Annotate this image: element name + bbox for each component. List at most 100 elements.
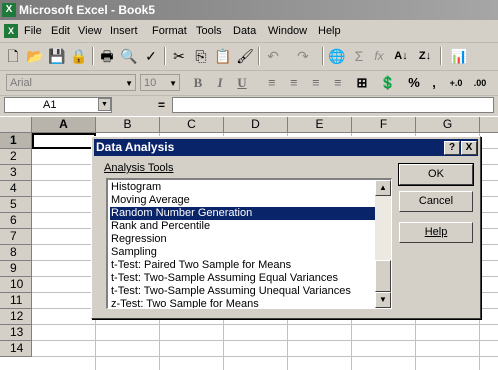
autosum-icon[interactable]: Σ bbox=[348, 46, 370, 66]
formatting-toolbar: Arial ▼ 10 ▼ B I U ≡ ≡ ≡ ≡ ⊞ 💲 % , +.0 .… bbox=[0, 71, 498, 96]
cut-icon[interactable]: ✂ bbox=[168, 46, 190, 66]
row-header-10[interactable]: 10 bbox=[0, 277, 32, 293]
menu-edit[interactable]: Edit bbox=[51, 25, 70, 37]
print-icon[interactable]: 🖶 bbox=[96, 46, 118, 66]
sort-ascending-icon[interactable]: A↓ bbox=[390, 46, 412, 66]
row-header-12[interactable]: 12 bbox=[0, 309, 32, 325]
print-preview-icon[interactable]: 🔍 bbox=[118, 46, 140, 66]
list-item-selected[interactable]: Random Number Generation bbox=[110, 207, 377, 220]
menu-file[interactable]: File bbox=[24, 25, 42, 37]
align-left-icon[interactable]: ≡ bbox=[262, 74, 282, 92]
list-scrollbar[interactable]: ▲ ▼ bbox=[375, 180, 391, 308]
list-item[interactable]: Moving Average bbox=[110, 194, 377, 207]
new-document-icon[interactable]: 🗋 bbox=[2, 46, 24, 66]
save-icon[interactable]: 💾 bbox=[46, 46, 68, 66]
decrease-decimal-icon[interactable]: .00 bbox=[470, 74, 490, 92]
row-header-9[interactable]: 9 bbox=[0, 261, 32, 277]
redo-icon[interactable]: ↷ bbox=[292, 46, 314, 66]
merge-center-icon[interactable]: ⊞ bbox=[352, 74, 372, 92]
name-box[interactable]: A1 bbox=[4, 97, 112, 113]
list-item[interactable]: t-Test: Two-Sample Assuming Unequal Vari… bbox=[110, 285, 377, 298]
row-header-14[interactable]: 14 bbox=[0, 341, 32, 357]
undo-icon[interactable]: ↶ bbox=[262, 46, 284, 66]
justify-icon[interactable]: ≡ bbox=[328, 74, 348, 92]
menu-tools[interactable]: Tools bbox=[196, 25, 222, 37]
arrow-up-icon: ▲ bbox=[379, 183, 387, 192]
ok-button[interactable]: OK bbox=[398, 163, 474, 186]
paste-icon[interactable]: 📋 bbox=[212, 46, 234, 66]
menu-insert[interactable]: Insert bbox=[110, 25, 138, 37]
menu-window[interactable]: Window bbox=[268, 25, 307, 37]
list-item[interactable]: Sampling bbox=[110, 246, 377, 259]
column-header-f[interactable]: F bbox=[352, 117, 416, 133]
arrow-down-icon: ▼ bbox=[379, 295, 387, 304]
copy-icon[interactable]: ⎘ bbox=[190, 46, 212, 66]
list-item[interactable]: Histogram bbox=[110, 181, 377, 194]
name-box-dropdown[interactable]: ▼ bbox=[98, 98, 111, 111]
cancel-button[interactable]: Cancel bbox=[399, 191, 473, 212]
currency-icon[interactable]: 💲 bbox=[378, 74, 398, 92]
increase-decimal-icon[interactable]: +.0 bbox=[446, 74, 466, 92]
dialog-close-button[interactable]: X bbox=[461, 141, 477, 155]
italic-button[interactable]: I bbox=[210, 74, 230, 92]
row-header-5[interactable]: 5 bbox=[0, 197, 32, 213]
formula-input[interactable] bbox=[172, 97, 494, 113]
row-header-7[interactable]: 7 bbox=[0, 229, 32, 245]
row-header-13[interactable]: 13 bbox=[0, 325, 32, 341]
row-header-6[interactable]: 6 bbox=[0, 213, 32, 229]
toolbar-separator bbox=[164, 47, 166, 65]
column-header-c[interactable]: C bbox=[160, 117, 224, 133]
row-header-8[interactable]: 8 bbox=[0, 245, 32, 261]
hyperlink-icon[interactable]: 🌐 bbox=[326, 46, 348, 66]
column-header-g[interactable]: G bbox=[416, 117, 480, 133]
list-item[interactable]: z-Test: Two Sample for Means bbox=[110, 298, 377, 308]
align-center-icon[interactable]: ≡ bbox=[284, 74, 304, 92]
sort-descending-icon[interactable]: Z↓ bbox=[414, 46, 436, 66]
open-folder-icon[interactable]: 📂 bbox=[24, 46, 46, 66]
formula-equals-button[interactable]: = bbox=[158, 98, 165, 112]
comma-style-button[interactable]: , bbox=[424, 74, 444, 92]
toolbar-separator bbox=[440, 47, 442, 65]
excel-app-icon[interactable]: X bbox=[2, 3, 16, 17]
underline-button[interactable]: U bbox=[232, 74, 252, 92]
align-right-icon[interactable]: ≡ bbox=[306, 74, 326, 92]
active-cell-a1[interactable] bbox=[32, 133, 96, 149]
format-painter-icon[interactable]: 🖌 bbox=[234, 46, 256, 66]
column-header-a[interactable]: A bbox=[32, 117, 96, 133]
menu-view[interactable]: View bbox=[78, 25, 102, 37]
column-header-e[interactable]: E bbox=[288, 117, 352, 133]
permission-icon[interactable]: 🔒 bbox=[68, 46, 90, 66]
font-name-select[interactable]: Arial ▼ bbox=[6, 74, 136, 91]
percent-button[interactable]: % bbox=[404, 74, 424, 92]
help-button[interactable]: Help bbox=[399, 222, 473, 243]
row-header-4[interactable]: 4 bbox=[0, 181, 32, 197]
list-item[interactable]: t-Test: Paired Two Sample for Means bbox=[110, 259, 377, 272]
row-header-1[interactable]: 1 bbox=[0, 133, 32, 149]
menu-data[interactable]: Data bbox=[233, 25, 256, 37]
scroll-down-button[interactable]: ▼ bbox=[375, 292, 391, 308]
font-size-select[interactable]: 10 ▼ bbox=[140, 74, 180, 91]
chart-wizard-icon[interactable]: 📊 bbox=[448, 46, 470, 66]
list-item[interactable]: Regression bbox=[110, 233, 377, 246]
insert-function-icon[interactable]: fx bbox=[368, 46, 390, 66]
list-item[interactable]: t-Test: Two-Sample Assuming Equal Varian… bbox=[110, 272, 377, 285]
column-header-d[interactable]: D bbox=[224, 117, 288, 133]
scroll-thumb[interactable] bbox=[375, 260, 391, 292]
row-header-11[interactable]: 11 bbox=[0, 293, 32, 309]
workbook-icon[interactable]: X bbox=[4, 24, 18, 38]
font-name-value: Arial bbox=[10, 77, 33, 89]
row-header-2[interactable]: 2 bbox=[0, 149, 32, 165]
spelling-icon[interactable]: ✓ bbox=[140, 46, 162, 66]
dialog-help-button[interactable]: ? bbox=[444, 141, 460, 155]
menu-help[interactable]: Help bbox=[318, 25, 341, 37]
select-all-corner[interactable] bbox=[0, 117, 32, 133]
column-header-b[interactable]: B bbox=[96, 117, 160, 133]
scroll-up-button[interactable]: ▲ bbox=[375, 180, 391, 196]
menu-format[interactable]: Format bbox=[152, 25, 187, 37]
analysis-tools-list[interactable]: Histogram Moving Average Random Number G… bbox=[106, 178, 392, 309]
list-item[interactable]: Rank and Percentile bbox=[110, 220, 377, 233]
column-header-partial[interactable] bbox=[480, 117, 498, 133]
row-header-3[interactable]: 3 bbox=[0, 165, 32, 181]
bold-button[interactable]: B bbox=[188, 74, 208, 92]
formula-bar: A1 ▼ = bbox=[0, 96, 498, 116]
